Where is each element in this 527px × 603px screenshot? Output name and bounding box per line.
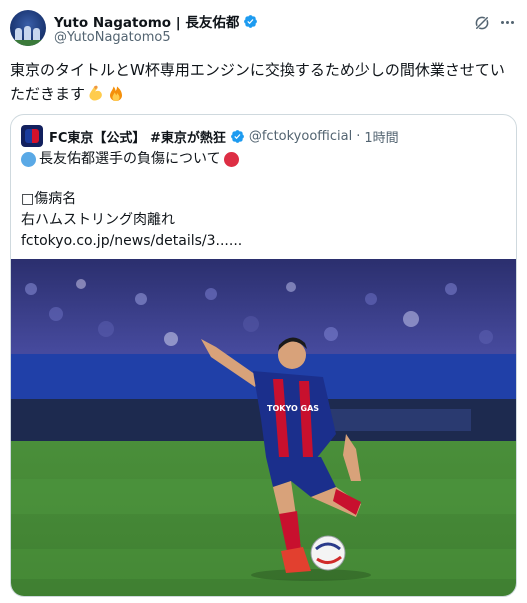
blue-circle-emoji-icon — [21, 152, 36, 167]
shirt-sponsor: TOKYO GAS — [267, 404, 319, 413]
quoted-tweet-header: FC東京【公式】 #東京が熱狂 @fctokyoofficial · 1時間 — [21, 125, 399, 147]
author-avatar[interactable] — [10, 10, 46, 46]
quoted-tweet-card[interactable]: FC東京【公式】 #東京が熱狂 @fctokyoofficial · 1時間 長… — [10, 114, 517, 597]
more-options-icon[interactable] — [497, 12, 517, 32]
flexed-biceps-emoji-icon — [89, 85, 102, 101]
photo-scene: TOKYO GAS — [11, 259, 516, 596]
fc-tokyo-logo-icon[interactable] — [21, 125, 43, 147]
quoted-timestamp[interactable]: 1時間 — [364, 127, 398, 146]
verified-badge-icon — [230, 129, 244, 143]
quoted-title-line: 長友佑都選手の負傷について — [21, 149, 501, 170]
author-name-line: Yuto Nagatomo | 長友佑都 — [54, 11, 258, 31]
injury-value: 右ハムストリング肉離れ — [21, 212, 175, 228]
injury-label: □傷病名 — [21, 191, 77, 207]
tweet-body: 東京のタイトルとW杯専用エンジンに交換するため少しの間休業させていただきます — [10, 61, 505, 103]
quoted-title: 長友佑都選手の負傷について — [39, 151, 221, 167]
quoted-display-name[interactable]: FC東京【公式】 #東京が熱狂 — [49, 127, 226, 146]
player-kicking-photo[interactable]: TOKYO GAS — [11, 259, 516, 596]
avatar-grass — [10, 40, 46, 46]
verified-badge-icon — [244, 14, 258, 28]
red-circle-emoji-icon — [223, 152, 239, 167]
author-handle[interactable]: @YutoNagatomo5 — [54, 30, 171, 45]
quoted-tweet-text: 長友佑都選手の負傷について □傷病名 右ハムストリング肉離れ fctokyo.c… — [21, 149, 501, 252]
quoted-handle[interactable]: @fctokyoofficial — [249, 129, 352, 144]
tweet-header: Yuto Nagatomo | 長友佑都 @YutoNagatomo5 — [10, 8, 517, 48]
quoted-link[interactable]: fctokyo.co.jp/news/details/3...... — [21, 231, 501, 252]
tweet-text: 東京のタイトルとW杯専用エンジンに交換するため少しの間休業させていただきます — [10, 58, 515, 106]
soccer-ball-icon — [310, 535, 346, 571]
fire-emoji-icon — [110, 86, 123, 101]
meta-separator: · — [356, 128, 361, 144]
grok-icon[interactable] — [473, 14, 491, 32]
author-display-name[interactable]: Yuto Nagatomo | 長友佑都 — [54, 11, 239, 31]
